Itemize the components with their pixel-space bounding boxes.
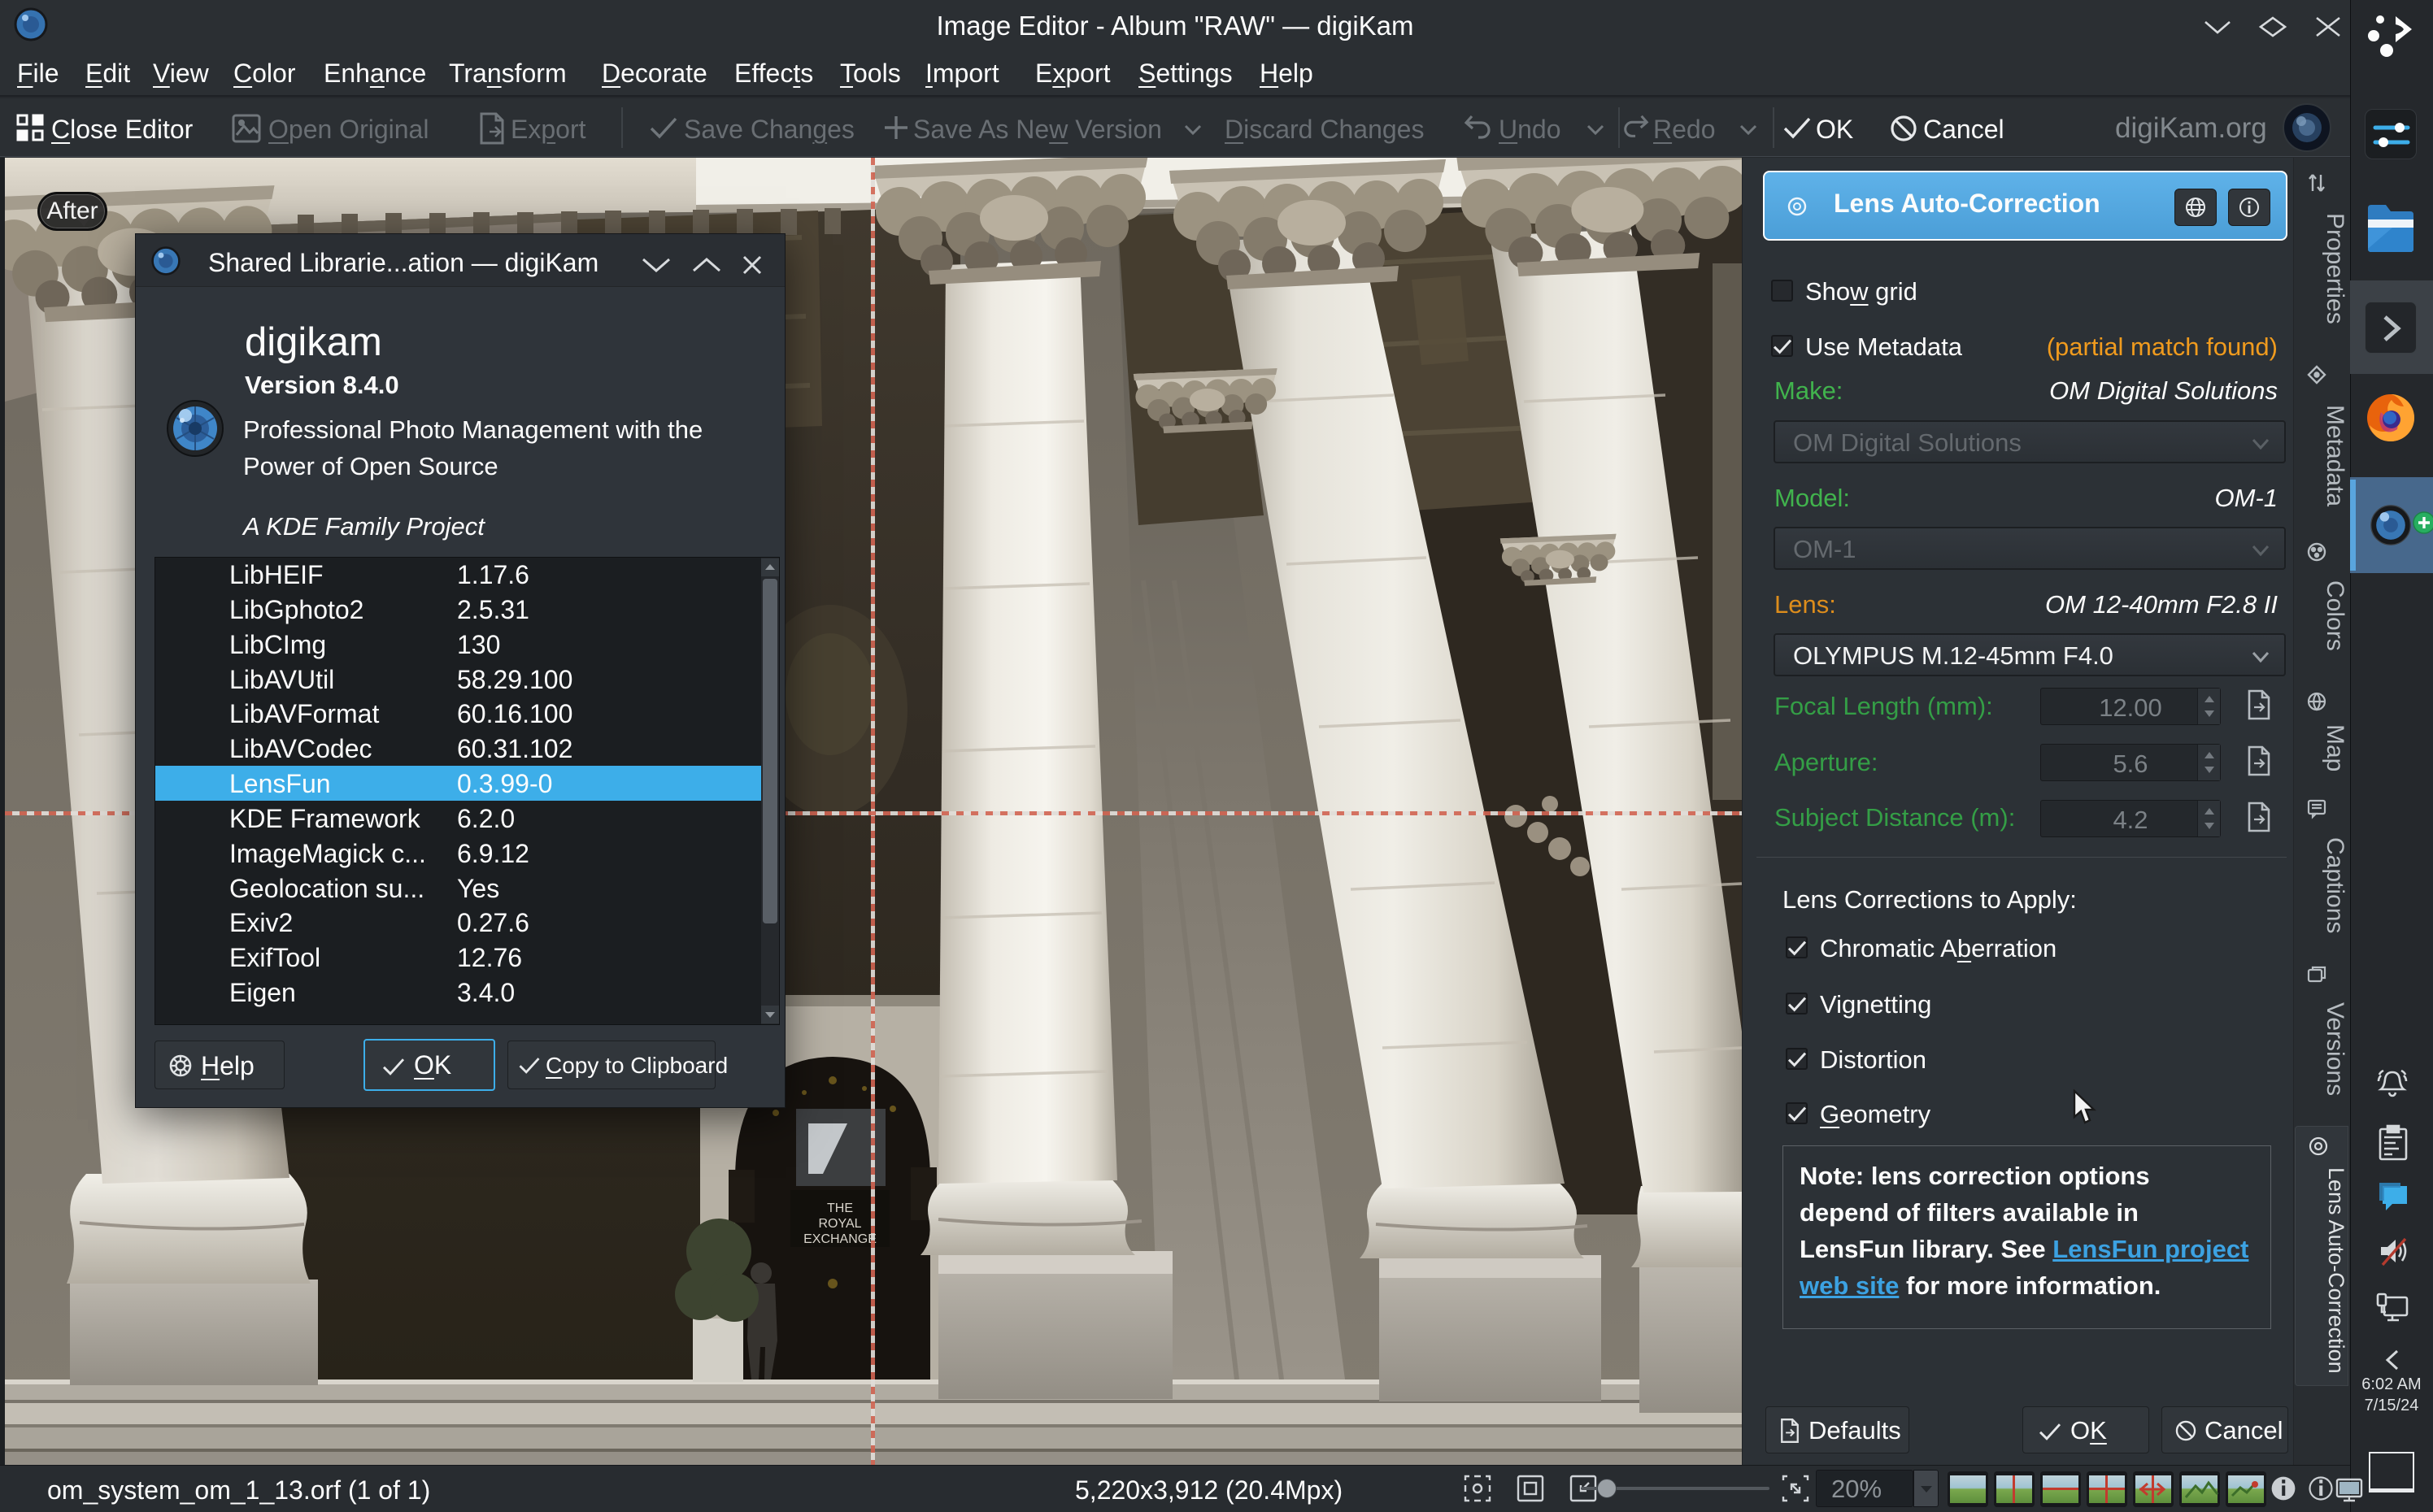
svg-text:ROYAL: ROYAL: [818, 1217, 861, 1231]
svg-text:THE: THE: [827, 1201, 853, 1215]
svg-text:EXCHANGE: EXCHANGE: [803, 1232, 877, 1246]
